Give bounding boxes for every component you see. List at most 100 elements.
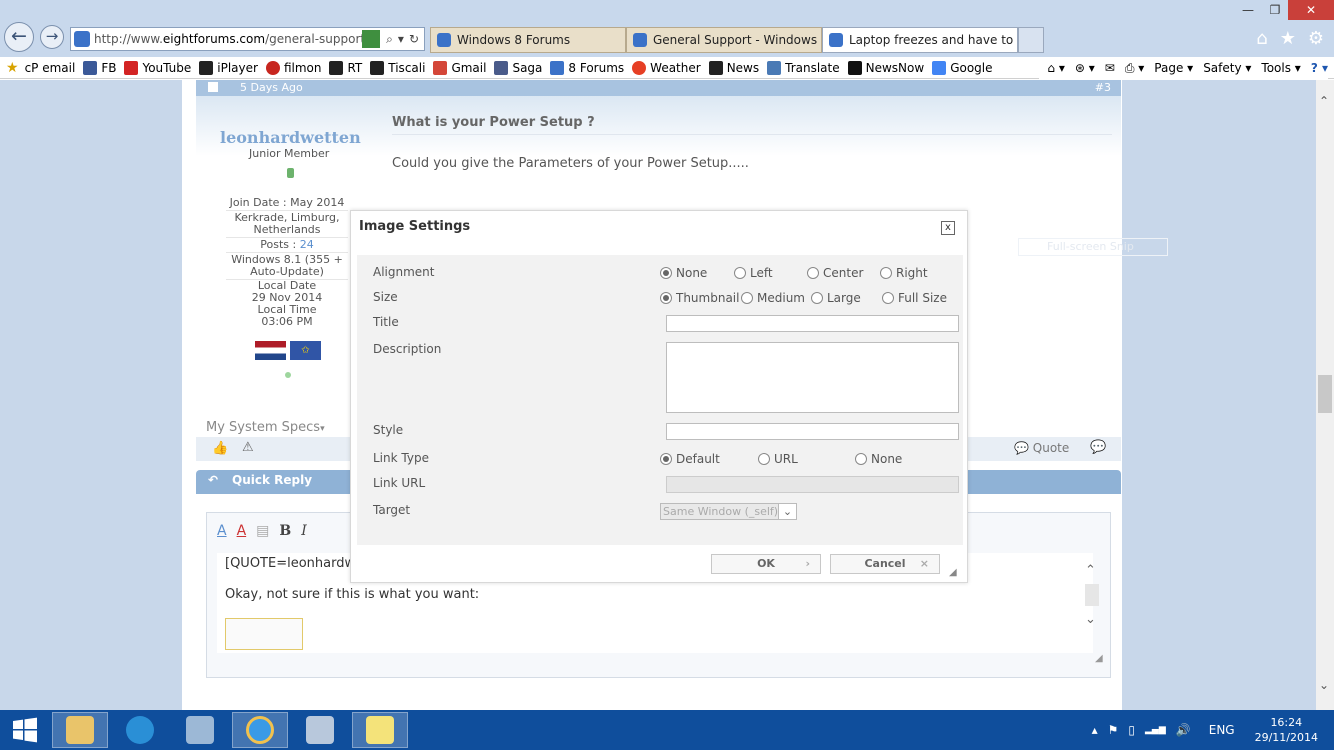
scroll-down-icon[interactable]: ⌄ xyxy=(1319,678,1329,692)
favorite-item[interactable]: filmon xyxy=(265,60,321,75)
feeds-icon[interactable]: ⊛ ▾ xyxy=(1075,61,1095,75)
compatibility-view-icon[interactable] xyxy=(362,30,381,48)
favorites-star-icon[interactable]: ★ xyxy=(6,60,19,76)
safety-menu[interactable]: Safety ▾ xyxy=(1203,61,1251,75)
print-icon[interactable]: ⎙ ▾ xyxy=(1125,61,1144,76)
address-url[interactable]: http://www.eightforums.com/general-suppo… xyxy=(94,32,362,46)
home-icon[interactable]: ⌂ ▾ xyxy=(1047,61,1064,75)
network-signal-icon[interactable]: ▂▄▆ xyxy=(1145,725,1166,735)
dialog-close-button[interactable]: x xyxy=(941,221,955,235)
size-medium-radio[interactable]: Medium xyxy=(741,291,805,305)
tab-general-support[interactable]: General Support - Windows 8 F... xyxy=(626,27,822,53)
taskbar-app[interactable] xyxy=(292,712,348,748)
close-window-button[interactable]: ✕ xyxy=(1288,0,1334,20)
size-large-radio[interactable]: Large xyxy=(811,291,861,305)
alignment-center-radio[interactable]: Center xyxy=(807,266,863,280)
back-button[interactable]: ← xyxy=(4,22,34,52)
italic-icon[interactable]: I xyxy=(301,523,307,539)
image-description-textarea[interactable] xyxy=(666,342,959,413)
action-center-flag-icon[interactable]: ⚑ xyxy=(1108,723,1119,737)
editor-scroll-thumb[interactable] xyxy=(1085,584,1099,606)
taskbar-internet-explorer[interactable] xyxy=(232,712,288,748)
warning-icon[interactable]: ⚠ xyxy=(242,440,254,455)
thumbs-up-icon[interactable]: 👍 xyxy=(212,441,228,456)
taskbar-clock[interactable]: 16:24 29/11/2014 xyxy=(1255,715,1318,745)
refresh-icon[interactable]: ↻ xyxy=(409,32,419,47)
post-number[interactable]: #3 xyxy=(1095,81,1111,94)
favorites-star-icon[interactable]: ★ xyxy=(1280,28,1296,49)
system-specs-toggle[interactable]: My System Specs▾ xyxy=(206,420,325,435)
page-scrollbar[interactable]: ⌃ ⌄ xyxy=(1316,80,1334,710)
favorite-item[interactable]: News xyxy=(708,60,759,75)
page-menu[interactable]: Page ▾ xyxy=(1154,61,1193,75)
full-screen-snip-button[interactable]: Full-screen Snip xyxy=(1018,238,1168,256)
new-tab-button[interactable] xyxy=(1018,27,1044,53)
favorite-item[interactable]: Tiscali xyxy=(370,60,425,75)
volume-icon[interactable]: 🔊 xyxy=(1176,723,1191,737)
font-color-icon[interactable]: A xyxy=(237,523,247,539)
favorite-item[interactable]: Saga xyxy=(494,60,542,75)
battery-icon[interactable]: ▯ xyxy=(1128,723,1135,737)
favorite-item[interactable]: 8 Forums xyxy=(550,60,624,75)
post-checkbox[interactable] xyxy=(208,82,218,92)
font-size-icon[interactable]: A xyxy=(217,523,227,539)
favorite-item[interactable]: Translate xyxy=(767,60,840,75)
posts-link[interactable]: 24 xyxy=(300,238,314,251)
favorite-item[interactable]: cP email xyxy=(25,61,76,75)
dropdown-icon[interactable]: ▾ xyxy=(398,32,404,47)
scroll-up-icon[interactable]: ⌃ xyxy=(1319,94,1329,108)
link-url-input[interactable] xyxy=(666,476,959,493)
editor-scrollbar[interactable]: ⌃ ⌄ xyxy=(1085,563,1099,627)
link-none-radio[interactable]: None xyxy=(855,452,902,466)
quote-button[interactable]: 💬 Quote xyxy=(1014,441,1069,455)
favorite-item[interactable]: Weather xyxy=(632,60,701,75)
resize-grip-icon[interactable]: ◢ xyxy=(949,567,957,578)
size-full-radio[interactable]: Full Size xyxy=(882,291,947,305)
favorite-item[interactable]: NewsNow xyxy=(847,60,924,75)
resize-grip-icon[interactable]: ◢ xyxy=(1095,653,1103,664)
start-button[interactable] xyxy=(0,712,50,748)
alignment-right-radio[interactable]: Right xyxy=(880,266,928,280)
paste-icon[interactable]: ▤ xyxy=(256,523,269,539)
post-text: Could you give the Parameters of your Po… xyxy=(392,156,749,171)
taskbar-computer[interactable] xyxy=(172,712,228,748)
favorite-item[interactable]: iPlayer xyxy=(199,60,258,75)
favorite-item[interactable]: FB xyxy=(83,60,116,75)
post-username[interactable]: leonhardwetten xyxy=(220,128,361,147)
tab-laptop-freezes[interactable]: Laptop freezes and have to ...✕ xyxy=(822,27,1018,53)
taskbar-app[interactable] xyxy=(112,712,168,748)
tools-menu[interactable]: Tools ▾ xyxy=(1261,61,1300,75)
taskbar-notes[interactable] xyxy=(352,712,408,748)
link-default-radio[interactable]: Default xyxy=(660,452,720,466)
attached-thumbnail[interactable] xyxy=(225,618,303,650)
language-indicator[interactable]: ENG xyxy=(1209,723,1235,737)
bold-icon[interactable]: B xyxy=(279,523,291,539)
favorite-item[interactable]: Google xyxy=(932,60,993,75)
ok-button[interactable]: OK › xyxy=(711,554,821,574)
tools-gear-icon[interactable]: ⚙ xyxy=(1308,28,1324,49)
help-icon[interactable]: ? ▾ xyxy=(1311,61,1328,75)
cancel-button[interactable]: Cancel × xyxy=(830,554,940,574)
address-bar[interactable]: http://www.eightforums.com/general-suppo… xyxy=(70,27,425,51)
favorite-item[interactable]: RT xyxy=(329,60,362,75)
alignment-none-radio[interactable]: None xyxy=(660,266,707,280)
tab-windows-8-forums[interactable]: Windows 8 Forums xyxy=(430,27,626,53)
search-icon[interactable]: ⌕ xyxy=(386,32,393,47)
scroll-thumb[interactable] xyxy=(1318,375,1332,413)
image-style-input[interactable] xyxy=(666,423,959,440)
favorite-item[interactable]: Gmail xyxy=(433,60,486,75)
target-select[interactable]: Same Window (_self) ⌄ xyxy=(660,503,797,520)
multi-quote-icon[interactable]: 💬 xyxy=(1090,440,1106,455)
forward-button[interactable]: → xyxy=(40,25,64,49)
restore-button[interactable]: ❐ xyxy=(1262,0,1288,20)
show-hidden-icons-icon[interactable]: ▴ xyxy=(1092,723,1098,737)
minimize-button[interactable]: — xyxy=(1234,0,1262,20)
size-thumbnail-radio[interactable]: Thumbnail xyxy=(660,291,739,305)
mail-icon[interactable]: ✉ xyxy=(1105,61,1115,75)
image-title-input[interactable] xyxy=(666,315,959,332)
taskbar-file-explorer[interactable] xyxy=(52,712,108,748)
link-url-radio[interactable]: URL xyxy=(758,452,798,466)
home-icon[interactable]: ⌂ xyxy=(1256,28,1267,49)
alignment-left-radio[interactable]: Left xyxy=(734,266,773,280)
favorite-item[interactable]: YouTube xyxy=(124,60,191,75)
